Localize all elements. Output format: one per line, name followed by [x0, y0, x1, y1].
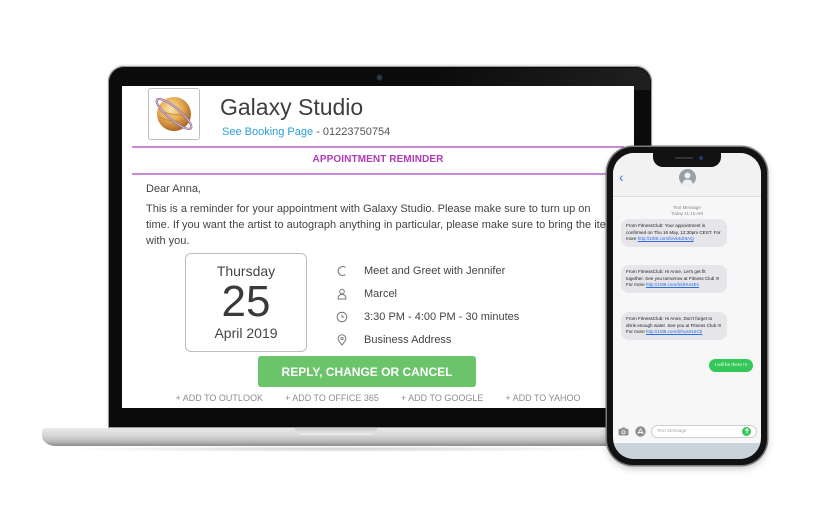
divider-bottom — [132, 173, 624, 175]
message-link[interactable]: http://10t8.com/b/vk4dr8AQ — [638, 236, 694, 241]
service-icon — [334, 263, 350, 279]
detail-service: Meet and Greet with Jennifer — [334, 259, 519, 282]
contact-avatar-icon[interactable] — [679, 169, 696, 186]
greeting: Dear Anna, — [146, 183, 202, 195]
app-store-icon[interactable] — [634, 425, 646, 437]
sent-message: I will be there !!! — [708, 359, 753, 372]
send-arrow-icon[interactable] — [742, 426, 751, 436]
back-chevron-icon[interactable]: ‹ — [619, 170, 624, 184]
camera-icon[interactable] — [617, 425, 629, 437]
appointment-details: Meet and Greet with Jennifer Marcel 3:30… — [334, 259, 519, 351]
detail-text: Marcel — [364, 287, 398, 300]
reminder-body: This is a reminder for your appointment … — [146, 203, 615, 247]
person-icon — [334, 286, 350, 302]
laptop-camera — [377, 75, 382, 80]
planet-icon — [155, 97, 193, 131]
month-year: April 2019 — [214, 325, 278, 341]
laptop-device: Galaxy Studio See Booking Page - 0122375… — [108, 66, 652, 428]
add-to-office365-link[interactable]: + ADD TO OFFICE 365 — [285, 393, 379, 403]
detail-location: Business Address — [334, 328, 519, 351]
message-link[interactable]: http://10t8.com/b/hus016Cb — [646, 329, 702, 334]
separator: - — [313, 126, 323, 138]
studio-phone: 01223750754 — [322, 126, 391, 138]
location-pin-icon — [334, 332, 350, 348]
add-to-yahoo-link[interactable]: + ADD TO YAHOO — [505, 393, 580, 403]
front-camera — [699, 156, 703, 160]
studio-logo — [148, 88, 200, 140]
message-input-bar: Text Message — [613, 421, 761, 441]
message-link[interactable]: http://10t8.com/b/drKe2Es — [646, 282, 699, 287]
date-card: Thursday 25 April 2019 — [185, 253, 307, 352]
laptop-opening-notch — [295, 428, 377, 435]
keyboard-area — [613, 443, 761, 459]
speaker — [675, 157, 693, 159]
detail-time: 3:30 PM - 4:00 PM - 30 minutes — [334, 305, 519, 328]
section-title: APPOINTMENT REMINDER — [312, 154, 444, 165]
message-timestamp: Today 11:16 AM — [671, 211, 703, 216]
received-message: From FitnessClub: Hi Anne, Let's get fit… — [621, 265, 727, 293]
detail-staff: Marcel — [334, 282, 519, 305]
booking-line: See Booking Page - 01223750754 — [222, 126, 390, 138]
message-meta: Text Message Today 11:16 AM — [613, 205, 761, 217]
clock-icon — [334, 309, 350, 325]
add-to-outlook-link[interactable]: + ADD TO OUTLOOK — [176, 393, 263, 403]
calendar-links: + ADD TO OUTLOOK + ADD TO OFFICE 365 + A… — [122, 393, 634, 403]
reply-change-cancel-button[interactable]: REPLY, CHANGE OR CANCEL — [258, 356, 476, 387]
add-to-google-link[interactable]: + ADD TO GOOGLE — [401, 393, 483, 403]
see-booking-page-link[interactable]: See Booking Page — [222, 126, 313, 138]
detail-text: Business Address — [364, 333, 452, 346]
divider-top — [132, 146, 624, 148]
email-reminder-screen: Galaxy Studio See Booking Page - 0122375… — [122, 86, 634, 408]
day-number: 25 — [221, 277, 271, 326]
sms-screen: ‹ Text Message Today 11:16 AM From Fitne… — [613, 153, 761, 459]
laptop-shadow — [60, 446, 620, 452]
received-message: From FitnessClub: Your appointment is co… — [621, 219, 727, 247]
detail-text: 3:30 PM - 4:00 PM - 30 minutes — [364, 310, 520, 323]
text-message-input[interactable]: Text Message — [651, 424, 757, 438]
studio-name: Galaxy Studio — [220, 94, 364, 120]
phone-notch — [653, 153, 721, 167]
detail-text: Meet and Greet with Jennifer — [364, 264, 506, 277]
input-placeholder: Text Message — [657, 428, 687, 434]
smartphone-device: ‹ Text Message Today 11:16 AM From Fitne… — [607, 147, 767, 465]
received-message: From FitnessClub: Hi Anne, Don't forget … — [621, 312, 727, 340]
